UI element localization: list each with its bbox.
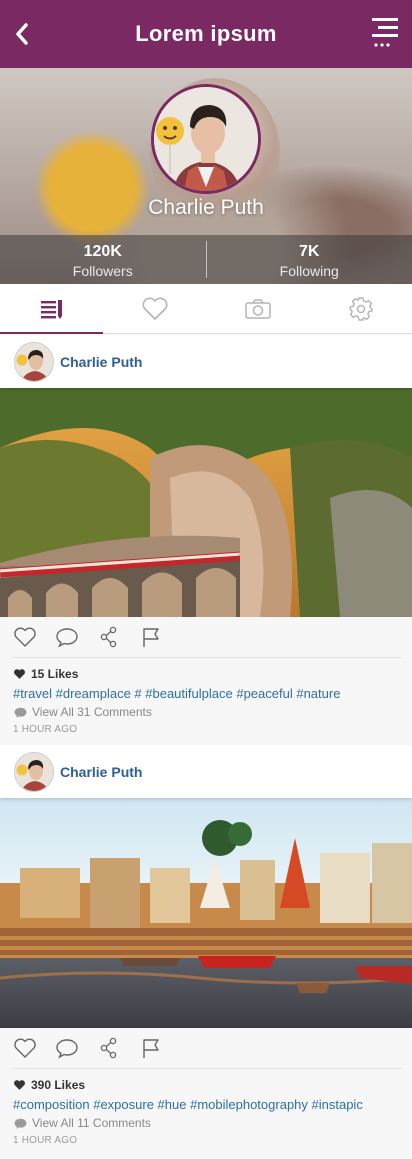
- following-label: Following: [279, 263, 339, 279]
- flag-icon: [143, 1039, 159, 1058]
- likes-count: 15 Likes: [13, 667, 78, 681]
- likes-text: 15 Likes: [31, 667, 79, 681]
- like-button[interactable]: [12, 1035, 38, 1061]
- comment-filled-icon: [14, 1118, 27, 1129]
- profile-screen: Lorem ipsum Charlie Puth 120K Followers …: [0, 0, 412, 1159]
- hashtag[interactable]: #: [134, 686, 145, 701]
- followers-label: Followers: [72, 263, 133, 279]
- followers-count: 120K: [83, 243, 122, 260]
- chevron-left-icon: [16, 23, 28, 45]
- profile-header: Charlie Puth 120K Followers 7K Following: [0, 68, 412, 284]
- view-comments-text: View All 31 Comments: [32, 705, 152, 719]
- hashtag[interactable]: #travel: [13, 686, 56, 701]
- camera-icon: [244, 298, 271, 319]
- hashtag[interactable]: #dreamplace: [56, 686, 135, 701]
- hashtag[interactable]: #composition: [13, 1097, 93, 1112]
- following-count: 7K: [299, 243, 320, 260]
- hashtag[interactable]: #peaceful: [236, 686, 296, 701]
- avatar[interactable]: [14, 751, 54, 792]
- comment-filled-icon: [14, 707, 27, 718]
- avatar-photo: [15, 342, 53, 381]
- post-time: 1 HOUR AGO: [13, 1135, 78, 1146]
- gear-icon: [348, 296, 373, 321]
- view-comments-text: View All 11 Comments: [32, 1116, 151, 1130]
- tab-photos[interactable]: [206, 284, 309, 333]
- post-username[interactable]: Charlie Puth: [60, 764, 142, 780]
- post-hashtags: #travel #dreamplace # #beautifulplace #p…: [13, 686, 408, 701]
- tab-settings[interactable]: [309, 284, 412, 333]
- hashtag[interactable]: #beautifulplace: [145, 686, 236, 701]
- heart-icon: [14, 627, 36, 647]
- avatar-photo: [154, 87, 258, 191]
- comment-icon: [56, 628, 78, 648]
- hashtag[interactable]: #nature: [296, 686, 340, 701]
- post-header: Charlie Puth: [0, 335, 412, 388]
- post-header: Charlie Puth: [0, 745, 412, 798]
- profile-name: Charlie Puth: [148, 196, 264, 219]
- report-button[interactable]: [138, 624, 164, 650]
- divider: [12, 1068, 402, 1069]
- mountain-train-photo: [0, 388, 412, 617]
- heart-filled-icon: [14, 669, 25, 679]
- tab-posts[interactable]: [0, 284, 103, 334]
- following-stat[interactable]: 7K Following: [207, 235, 412, 284]
- share-icon: [100, 1037, 117, 1059]
- menu-button[interactable]: [370, 16, 400, 50]
- report-button[interactable]: [138, 1035, 164, 1061]
- profile-stats: 120K Followers 7K Following: [0, 235, 412, 284]
- avatar[interactable]: [14, 341, 54, 382]
- like-button[interactable]: [12, 624, 38, 650]
- view-comments-link[interactable]: View All 31 Comments: [13, 705, 152, 719]
- post-actions: [0, 617, 412, 657]
- back-button[interactable]: [8, 18, 36, 50]
- divider: [12, 657, 402, 658]
- menu-icon: [372, 18, 398, 47]
- likes-text: 390 Likes: [31, 1078, 86, 1092]
- share-button[interactable]: [96, 624, 122, 650]
- post-image[interactable]: [0, 798, 412, 1028]
- posts-list-icon: [40, 299, 62, 319]
- hashtag[interactable]: #hue: [158, 1097, 191, 1112]
- avatar-photo: [15, 752, 53, 791]
- share-button[interactable]: [96, 1035, 122, 1061]
- post-image[interactable]: [0, 388, 412, 617]
- flag-icon: [143, 628, 159, 647]
- heart-icon: [14, 1038, 36, 1058]
- comment-button[interactable]: [54, 624, 80, 650]
- heart-filled-icon: [14, 1080, 25, 1090]
- hashtag[interactable]: #exposure: [93, 1097, 157, 1112]
- page-title: Lorem ipsum: [135, 21, 277, 46]
- comment-button[interactable]: [54, 1035, 80, 1061]
- share-icon: [100, 626, 117, 648]
- heart-icon: [142, 297, 167, 320]
- comment-icon: [56, 1039, 78, 1059]
- hashtag[interactable]: #mobilephotography: [190, 1097, 311, 1112]
- post-username[interactable]: Charlie Puth: [60, 354, 142, 370]
- top-bar: Lorem ipsum: [0, 0, 412, 68]
- followers-stat[interactable]: 120K Followers: [0, 235, 206, 284]
- hashtag[interactable]: #instapic: [312, 1097, 363, 1112]
- likes-count: 390 Likes: [13, 1078, 85, 1092]
- post-hashtags: #composition #exposure #hue #mobilephoto…: [13, 1097, 408, 1112]
- profile-tabs: [0, 284, 412, 334]
- profile-avatar[interactable]: [151, 84, 261, 194]
- post-actions: [0, 1028, 412, 1068]
- tab-likes[interactable]: [103, 284, 206, 333]
- post-time: 1 HOUR AGO: [13, 724, 78, 735]
- view-comments-link[interactable]: View All 11 Comments: [13, 1116, 151, 1130]
- river-city-photo: [0, 798, 412, 1028]
